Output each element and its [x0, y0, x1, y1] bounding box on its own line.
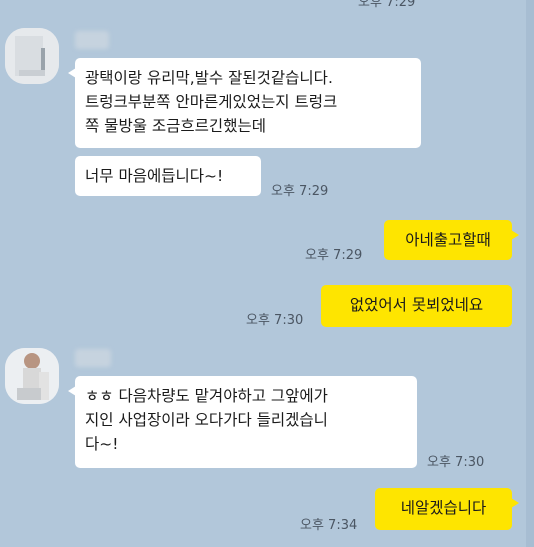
message-text-line: 다~! [85, 435, 119, 453]
avatar-image [5, 28, 59, 84]
message-text-line: 네알겠습니다 [400, 499, 487, 517]
message-text-line: 광택이랑 유리막,발수 잘된것같습니다. [85, 69, 333, 87]
message-text-line: ㅎㅎ 다음차량도 맡겨야하고 그앞에가 [85, 387, 328, 405]
message-bubble-incoming[interactable]: 너무 마음에듭니다~! [75, 156, 261, 196]
sender-avatar[interactable] [5, 348, 59, 404]
message-bubble-outgoing[interactable]: 아네출고할때 [384, 220, 519, 260]
message-time: 오후 7:29 [271, 184, 329, 199]
message-bubble-incoming[interactable]: 광택이랑 유리막,발수 잘된것같습니다. 트렁크부분쪽 안마른게있었는지 트렁크… [68, 58, 421, 148]
sender-name [75, 349, 111, 367]
message-time: 오후 7:30 [246, 313, 304, 328]
message-bubble-outgoing[interactable]: 없었어서 못뵈었네요 [321, 285, 512, 327]
message-text-line: 아네출고할때 [405, 231, 491, 249]
message-time: 오후 7:30 [427, 455, 485, 470]
message-bubble-incoming[interactable]: ㅎㅎ 다음차량도 맡겨야하고 그앞에가 지인 사업장이라 오다가다 들리겠습니 … [68, 376, 417, 468]
message-bubble-outgoing[interactable]: 네알겠습니다 [375, 488, 519, 530]
scrollbar[interactable] [526, 0, 534, 547]
message-text-line: 쪽 물방울 조금흐르긴했는데 [85, 117, 266, 135]
message-time: 오후 7:29 [305, 248, 363, 263]
message-time: 오후 7:34 [300, 518, 358, 533]
message-text-line: 지인 사업장이라 오다가다 들리겠습니 [85, 411, 328, 429]
message-text-line: 없었어서 못뵈었네요 [349, 296, 484, 314]
sender-name [75, 31, 109, 49]
message-time: 오후 7:29 [358, 0, 416, 10]
sender-avatar[interactable] [5, 28, 59, 84]
avatar-image [5, 348, 59, 404]
message-text-line: 트렁크부분쪽 안마른게있었는지 트렁크 [85, 93, 338, 111]
message-text-line: 너무 마음에듭니다~! [85, 167, 224, 185]
